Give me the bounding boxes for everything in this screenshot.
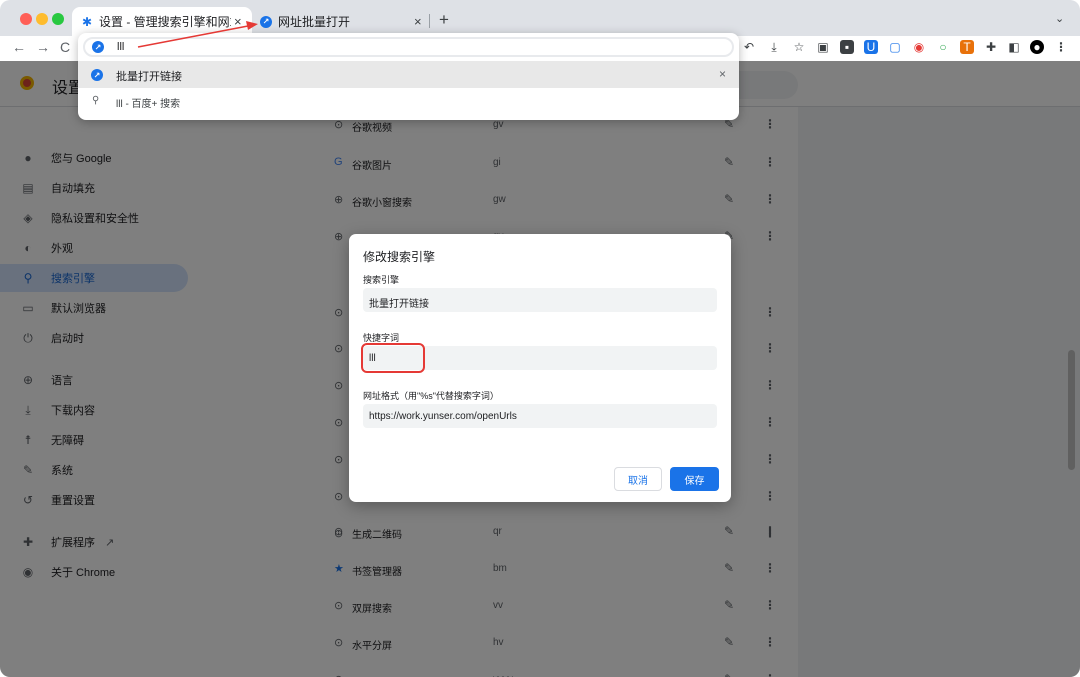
- save-button[interactable]: 保存: [670, 467, 719, 491]
- tab-search-icon[interactable]: ⌄: [1055, 12, 1064, 25]
- keyword-highlight-box: [361, 343, 425, 373]
- menu-icon[interactable]: ⋮: [1054, 40, 1068, 54]
- suggestion-text: 批量打开链接: [116, 71, 182, 83]
- remove-suggestion-icon[interactable]: ×: [719, 67, 726, 81]
- tab-strip: ✱ 设置 - 管理搜索引擎和网站搜 × ↗ 网址批量打开 × + ⌄: [0, 0, 1080, 36]
- extension-icon[interactable]: T: [960, 40, 974, 54]
- back-icon[interactable]: ←: [12, 39, 26, 55]
- address-bar-value: lll: [117, 41, 125, 53]
- extension-icon[interactable]: U: [864, 40, 878, 54]
- dialog-title: 修改搜索引擎: [363, 250, 436, 264]
- avatar[interactable]: ●: [1030, 40, 1044, 54]
- side-panel-icon[interactable]: ◧: [1007, 40, 1021, 54]
- extension-icon[interactable]: ▪: [840, 40, 854, 54]
- address-bar-input[interactable]: ↗ lll: [83, 37, 734, 57]
- puzzle-icon[interactable]: ✚: [984, 40, 998, 54]
- tab-title: 网址批量打开: [278, 15, 351, 29]
- cancel-button[interactable]: 取消: [614, 467, 662, 491]
- extension-icon[interactable]: ▢: [888, 40, 902, 54]
- reload-icon[interactable]: C: [60, 39, 70, 55]
- suggestion-text: lll - 百度+ 搜索: [116, 99, 181, 110]
- link-icon: ↗: [260, 15, 272, 28]
- minimize-window-button[interactable]: [36, 13, 48, 25]
- maximize-window-button[interactable]: [52, 13, 64, 25]
- close-window-button[interactable]: [20, 13, 32, 25]
- close-tab-icon[interactable]: ×: [234, 14, 242, 29]
- tab-settings[interactable]: ✱ 设置 - 管理搜索引擎和网站搜 ×: [72, 7, 252, 36]
- extension-icon[interactable]: ↶: [742, 40, 756, 54]
- url-field[interactable]: https://work.yunser.com/openUrls: [363, 404, 717, 428]
- link-icon: ↗: [91, 69, 103, 81]
- new-tab-button[interactable]: +: [439, 10, 449, 30]
- engine-label: 搜索引擎: [363, 275, 400, 285]
- link-icon: ↗: [92, 41, 104, 53]
- download-icon[interactable]: ⤓: [767, 40, 781, 54]
- omnibox-suggestion[interactable]: ↗ 批量打开链接 ×: [78, 61, 739, 88]
- forward-icon[interactable]: →: [36, 39, 50, 55]
- tab-batch-open[interactable]: ↗ 网址批量打开 ×: [252, 7, 432, 36]
- engine-name-field[interactable]: 批量打开链接: [363, 288, 717, 312]
- omnibox-dropdown: ↗ lll ↗ 批量打开链接 × ⚲ lll - 百度+ 搜索: [78, 33, 739, 120]
- omnibox-suggestion[interactable]: ⚲ lll - 百度+ 搜索: [78, 88, 739, 115]
- gear-icon: ✱: [82, 14, 93, 29]
- url-label: 网址格式（用"%s"代替搜索字词）: [363, 391, 499, 401]
- extension-icon[interactable]: ◉: [912, 40, 926, 54]
- tab-title: 设置 - 管理搜索引擎和网站搜: [99, 15, 231, 29]
- close-tab-icon[interactable]: ×: [414, 14, 422, 29]
- tab-divider: [429, 14, 430, 28]
- extension-icon[interactable]: ▣: [816, 40, 830, 54]
- search-icon: ⚲: [92, 95, 100, 106]
- browser-window: ✱ 设置 - 管理搜索引擎和网站搜 × ↗ 网址批量打开 × + ⌄ ← → C…: [0, 0, 1080, 677]
- bookmark-star-icon[interactable]: ☆: [792, 40, 806, 54]
- extension-icon[interactable]: ○: [936, 40, 950, 54]
